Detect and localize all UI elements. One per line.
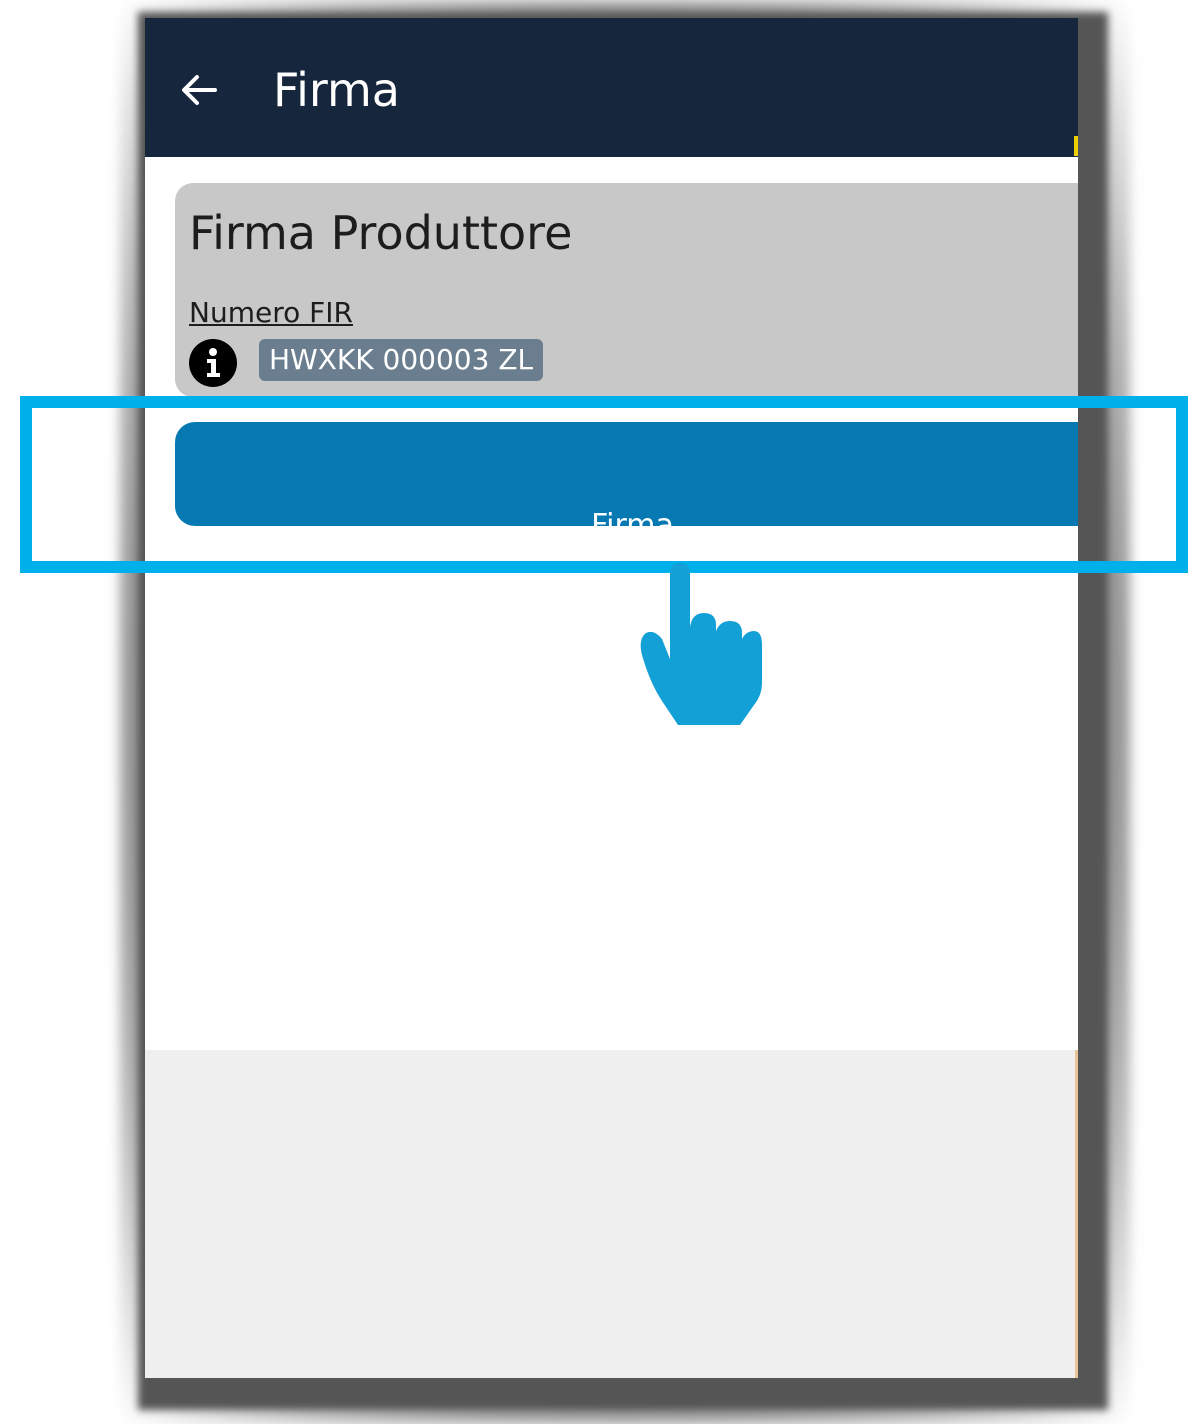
hand-pointer-icon [640, 563, 762, 725]
card-title: Firma Produttore [189, 206, 573, 260]
fir-number-label: Numero FIR [189, 296, 353, 329]
edge-accent-bottom [1075, 1050, 1078, 1378]
fir-number-badge: HWXKK 000003 ZL [259, 339, 544, 381]
signature-card: Firma Produttore Numero FIR HWXKK 000003… [175, 183, 1078, 397]
empty-bottom-area [145, 1050, 1078, 1378]
page-title: Firma [273, 63, 400, 117]
app-screen: Firma Firma Produttore Numero FIR HWXKK … [145, 18, 1078, 1378]
edge-accent [1074, 136, 1078, 156]
arrow-left-icon[interactable] [175, 66, 223, 114]
highlight-box [20, 396, 1188, 573]
info-circle-icon[interactable] [187, 337, 239, 389]
app-bar: Firma [145, 18, 1078, 157]
